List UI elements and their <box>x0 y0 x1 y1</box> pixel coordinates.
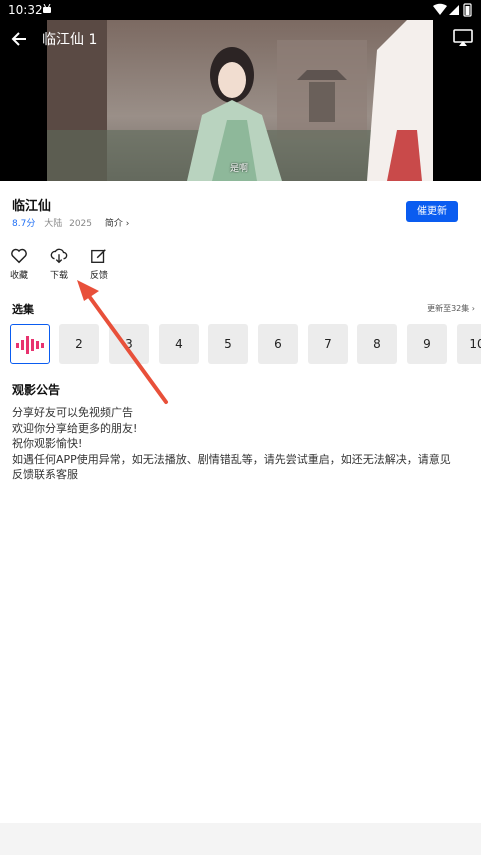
favorite-button[interactable]: 收藏 <box>10 247 50 281</box>
episode-current-playing[interactable] <box>10 324 50 364</box>
video-frame <box>47 20 433 181</box>
feedback-label: 反馈 <box>90 271 109 281</box>
episode-item[interactable]: 8 <box>357 324 397 364</box>
episode-item[interactable]: 5 <box>208 324 248 364</box>
region: 大陆 <box>44 219 63 229</box>
system-status-icons <box>433 3 472 17</box>
episode-item[interactable]: 6 <box>258 324 298 364</box>
episode-item[interactable]: 4 <box>159 324 199 364</box>
status-bar: 10:32 <box>0 0 481 20</box>
remind-update-button[interactable]: 催更新 <box>406 201 458 222</box>
cast-screen-icon[interactable] <box>453 29 473 47</box>
status-time: 10:32 <box>8 3 43 17</box>
episode-item[interactable]: 2 <box>59 324 99 364</box>
player-title: 临江仙 1 <box>42 32 98 48</box>
playing-bars-icon <box>16 336 44 354</box>
episode-item[interactable]: 7 <box>308 324 348 364</box>
edit-icon <box>91 249 106 263</box>
wifi-icon <box>433 3 447 15</box>
episodes-more-link[interactable]: 更新至32集 › <box>427 303 475 314</box>
episode-item[interactable]: 3 <box>109 324 149 364</box>
feedback-button[interactable]: 反馈 <box>90 247 130 281</box>
back-arrow-icon[interactable] <box>10 29 30 49</box>
intro-link[interactable]: 简介 › <box>105 219 129 229</box>
heart-icon <box>11 248 27 264</box>
cloud-download-icon <box>50 248 68 264</box>
notice-title: 观影公告 <box>12 383 61 397</box>
episodes-title: 选集 <box>12 303 34 316</box>
signal-icon <box>449 5 459 15</box>
download-button[interactable]: 下载 <box>50 247 90 281</box>
show-meta: 8.7分 大陆 2025 简介 › <box>12 216 129 229</box>
detail-panel: 临江仙 8.7分 大陆 2025 简介 › 催更新 收藏 下载 反馈 选集 更新… <box>0 181 481 823</box>
notice-line: 祝你观影愉快! <box>12 437 83 450</box>
video-subtitle: 是啊 <box>230 164 249 174</box>
episode-item[interactable]: 9 <box>407 324 447 364</box>
favorite-label: 收藏 <box>10 271 29 281</box>
year: 2025 <box>69 219 92 229</box>
notice-line: 欢迎你分享给更多的朋友! <box>12 421 138 435</box>
android-icon <box>43 4 51 13</box>
episode-item[interactable]: 10 <box>457 324 481 364</box>
score: 8.7分 <box>12 219 36 229</box>
notice-line: 如遇任何APP使用异常，如无法播放、剧情错乱等，请先尝试重启，如还无法解决，请意… <box>12 452 451 482</box>
video-player[interactable]: 临江仙 1 是啊 <box>0 20 481 181</box>
notice-line: 分享好友可以免视频广告 <box>12 406 133 419</box>
notice-body: 分享好友可以免视频广告 欢迎你分享给更多的朋友! 祝你观影愉快! 如遇任何APP… <box>12 405 452 483</box>
show-title: 临江仙 <box>12 199 52 214</box>
download-label: 下载 <box>50 271 69 281</box>
episode-list[interactable]: 2 3 4 5 6 7 8 9 10 <box>10 324 481 364</box>
